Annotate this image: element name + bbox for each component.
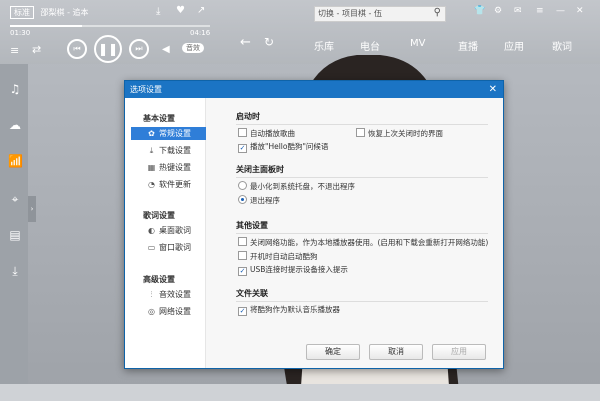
playlist-icon[interactable]: ≡ bbox=[10, 44, 19, 57]
checkbox-autostart[interactable] bbox=[238, 251, 247, 260]
volume-icon[interactable]: ◀ bbox=[162, 44, 170, 55]
desktop-lyrics-icon: ◐ bbox=[148, 226, 155, 235]
music-icon[interactable]: ♫ bbox=[8, 82, 22, 96]
settings-category-list: 基本设置 ✿ 常规设置 ⤓ 下载设置 ▦ 热键设置 ◔ 软件更新 歌词设置 ◐ … bbox=[125, 98, 207, 368]
nav-tab-live[interactable]: 直播 bbox=[458, 38, 478, 53]
prev-button[interactable]: ⏮ bbox=[67, 39, 87, 59]
dialog-title: 选项设置 bbox=[130, 85, 162, 94]
option-autoplay[interactable]: 自动播放歌曲 bbox=[238, 128, 295, 139]
settings-panel: 启动时 自动播放歌曲 恢复上次关闭时的界面 ✓ 播放"Hello酷狗"问候语 关闭… bbox=[206, 98, 503, 368]
network-icon: ◎ bbox=[148, 307, 155, 316]
group-other-title: 其他设置 bbox=[236, 221, 268, 230]
option-autostart[interactable]: 开机时自动启动酷狗 bbox=[238, 251, 318, 262]
player-panel: 标准 邵梨棋 - 追本 ⤓ ♥ ↗ 01:30 04:16 ≡ ⇄ ⏮ ❚❚ ⏭… bbox=[0, 0, 215, 64]
option-exit-program[interactable]: 退出程序 bbox=[238, 195, 280, 206]
dialog-close-icon[interactable]: ✕ bbox=[489, 81, 497, 98]
equalizer-icon: ⫶ bbox=[150, 290, 153, 299]
option-restore-layout[interactable]: 恢复上次关闭时的界面 bbox=[356, 128, 443, 139]
category-network[interactable]: ◎ 网络设置 bbox=[131, 305, 207, 318]
nav-tab-library[interactable]: 乐库 bbox=[314, 38, 334, 53]
document-icon[interactable]: ▤ bbox=[8, 228, 22, 242]
download-manager-icon[interactable]: ⤓ bbox=[8, 264, 22, 278]
quality-badge[interactable]: 标准 bbox=[10, 6, 34, 19]
search-icon[interactable]: ⚲ bbox=[434, 7, 441, 18]
category-desktop-lyrics[interactable]: ◐ 桌面歌词 bbox=[131, 224, 207, 237]
category-download[interactable]: ⤓ 下载设置 bbox=[131, 144, 207, 157]
nav-tab-apps[interactable]: 应用 bbox=[504, 38, 524, 53]
ok-button[interactable]: 确定 bbox=[306, 344, 360, 360]
song-title: 邵梨棋 - 追本 bbox=[40, 8, 89, 17]
download-icon[interactable]: ⤓ bbox=[156, 6, 160, 17]
category-update[interactable]: ◔ 软件更新 bbox=[131, 178, 207, 191]
options-dialog: 选项设置 ✕ 基本设置 ✿ 常规设置 ⤓ 下载设置 ▦ 热键设置 ◔ 软件更新 … bbox=[124, 80, 504, 369]
menu-icon[interactable]: ≡ bbox=[536, 6, 544, 16]
window-lyrics-icon: ▭ bbox=[147, 243, 156, 252]
option-usb-prompt[interactable]: ✓ USB连接时提示设备接入提示 bbox=[238, 265, 348, 276]
radio-exit-program[interactable] bbox=[238, 195, 247, 204]
time-total: 04:16 bbox=[190, 29, 211, 37]
back-icon[interactable]: ← bbox=[240, 35, 251, 50]
checkbox-hello-greeting[interactable]: ✓ bbox=[238, 144, 247, 153]
download-icon: ⤓ bbox=[149, 146, 154, 155]
refresh-icon[interactable]: ↻ bbox=[264, 35, 274, 49]
share-icon[interactable]: ↗ bbox=[197, 5, 205, 16]
section-advanced: 高级设置 bbox=[143, 275, 175, 284]
option-hello-greeting[interactable]: ✓ 播放"Hello酷狗"问候语 bbox=[238, 142, 328, 153]
pause-button[interactable]: ❚❚ bbox=[94, 35, 122, 63]
dialog-titlebar: 选项设置 ✕ bbox=[125, 81, 503, 98]
radio-icon[interactable]: 📶 bbox=[8, 154, 23, 168]
gear-icon: ✿ bbox=[148, 129, 155, 138]
now-playing: 标准 邵梨棋 - 追本 bbox=[10, 6, 89, 19]
section-basic: 基本设置 bbox=[143, 114, 175, 123]
category-window-lyrics[interactable]: ▭ 窗口歌词 bbox=[131, 241, 207, 254]
cancel-button[interactable]: 取消 bbox=[369, 344, 423, 360]
nav-tab-lyrics[interactable]: 歌词 bbox=[552, 38, 572, 53]
main-nav: ← ↻ 乐库 电台 MV 直播 应用 歌词 bbox=[232, 35, 600, 62]
category-hotkey[interactable]: ▦ 热键设置 bbox=[131, 161, 207, 174]
heart-icon[interactable]: ♥ bbox=[176, 5, 185, 16]
bottom-bar bbox=[0, 384, 600, 401]
message-icon[interactable]: ✉ bbox=[514, 6, 522, 16]
category-sound-effect[interactable]: ⫶ 音效设置 bbox=[131, 288, 207, 301]
checkbox-autoplay[interactable] bbox=[238, 128, 247, 137]
keyboard-icon: ▦ bbox=[147, 163, 156, 172]
option-disable-network[interactable]: 关闭网络功能，作为本地播放器使用。(启用和下载会重新打开网络功能) bbox=[238, 237, 488, 248]
next-button[interactable]: ⏭ bbox=[129, 39, 149, 59]
divider bbox=[236, 177, 488, 178]
option-default-player[interactable]: ✓ 将酷狗作为默认音乐播放器 bbox=[238, 305, 340, 316]
radio-minimize-tray[interactable] bbox=[238, 181, 247, 190]
nav-tab-mv[interactable]: MV bbox=[410, 38, 425, 49]
progress-fill bbox=[10, 25, 82, 27]
group-file-assoc-title: 文件关联 bbox=[236, 289, 268, 298]
divider bbox=[236, 301, 488, 302]
apply-button[interactable]: 应用 bbox=[432, 344, 486, 360]
shuffle-icon[interactable]: ⇄ bbox=[32, 43, 41, 56]
search-box: ⚲ bbox=[314, 6, 446, 22]
update-icon: ◔ bbox=[148, 180, 155, 189]
search-input[interactable] bbox=[315, 7, 421, 19]
sidebar-collapse-handle[interactable]: › bbox=[28, 196, 36, 222]
checkbox-usb-prompt[interactable]: ✓ bbox=[238, 267, 247, 276]
left-sidebar: ♫ ☁ 📶 ⌖ ▤ ⤓ bbox=[0, 64, 28, 384]
skin-icon[interactable]: 👕 bbox=[474, 6, 485, 16]
minimize-icon[interactable]: — bbox=[556, 6, 565, 16]
section-lyrics: 歌词设置 bbox=[143, 211, 175, 220]
group-startup-title: 启动时 bbox=[236, 112, 260, 121]
time-current: 01:30 bbox=[10, 29, 31, 37]
checkbox-disable-network[interactable] bbox=[238, 237, 247, 246]
checkbox-default-player[interactable]: ✓ bbox=[238, 307, 247, 316]
category-general[interactable]: ✿ 常规设置 bbox=[131, 127, 207, 140]
cloud-icon[interactable]: ☁ bbox=[8, 118, 22, 132]
group-close-panel-title: 关闭主面板时 bbox=[236, 165, 284, 174]
settings-icon[interactable]: ⚙ bbox=[494, 6, 502, 16]
checkbox-restore-layout[interactable] bbox=[356, 128, 365, 137]
sound-effect-button[interactable]: 音效 bbox=[182, 43, 204, 53]
progress-bar[interactable] bbox=[10, 25, 210, 27]
nav-tab-radio[interactable]: 电台 bbox=[360, 38, 380, 53]
option-minimize-tray[interactable]: 最小化到系统托盘，不退出程序 bbox=[238, 181, 355, 192]
divider bbox=[236, 233, 488, 234]
close-icon[interactable]: ✕ bbox=[576, 6, 584, 16]
location-icon[interactable]: ⌖ bbox=[8, 192, 22, 206]
divider bbox=[236, 124, 488, 125]
